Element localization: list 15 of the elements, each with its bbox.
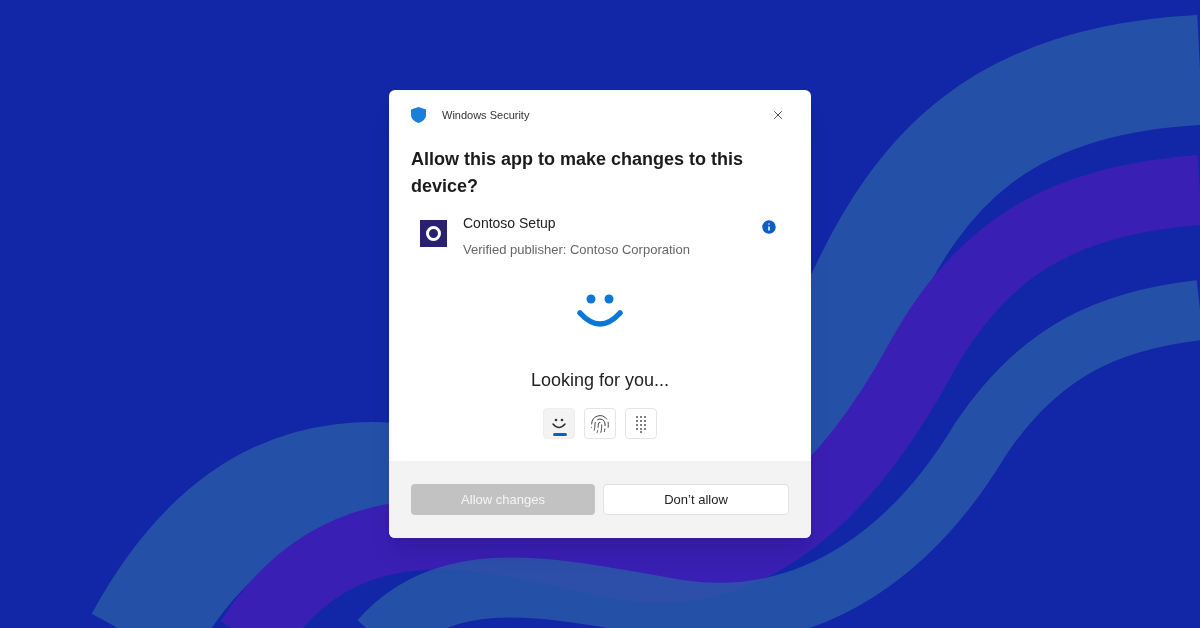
window-title: Windows Security bbox=[442, 107, 530, 123]
smiley-face-icon bbox=[551, 416, 567, 431]
app-logo-icon bbox=[420, 219, 447, 247]
sign-in-option[interactable] bbox=[584, 408, 616, 440]
sign-in-option[interactable] bbox=[543, 408, 575, 440]
shield-icon bbox=[411, 106, 426, 123]
publisher-text: Verified publisher: Contoso Corporation bbox=[463, 240, 690, 259]
dialog-button[interactable]: Don’t allow bbox=[603, 484, 789, 516]
dialog-heading: Allow this app to make changes to this device? bbox=[410, 147, 745, 198]
fingerprint-icon bbox=[590, 413, 610, 434]
sign-in-option[interactable] bbox=[625, 408, 657, 440]
info-icon[interactable] bbox=[760, 217, 778, 236]
app-name: Contoso Setup bbox=[463, 213, 557, 233]
keypad-icon bbox=[635, 414, 647, 433]
status-text: Looking for you... bbox=[529, 369, 671, 393]
